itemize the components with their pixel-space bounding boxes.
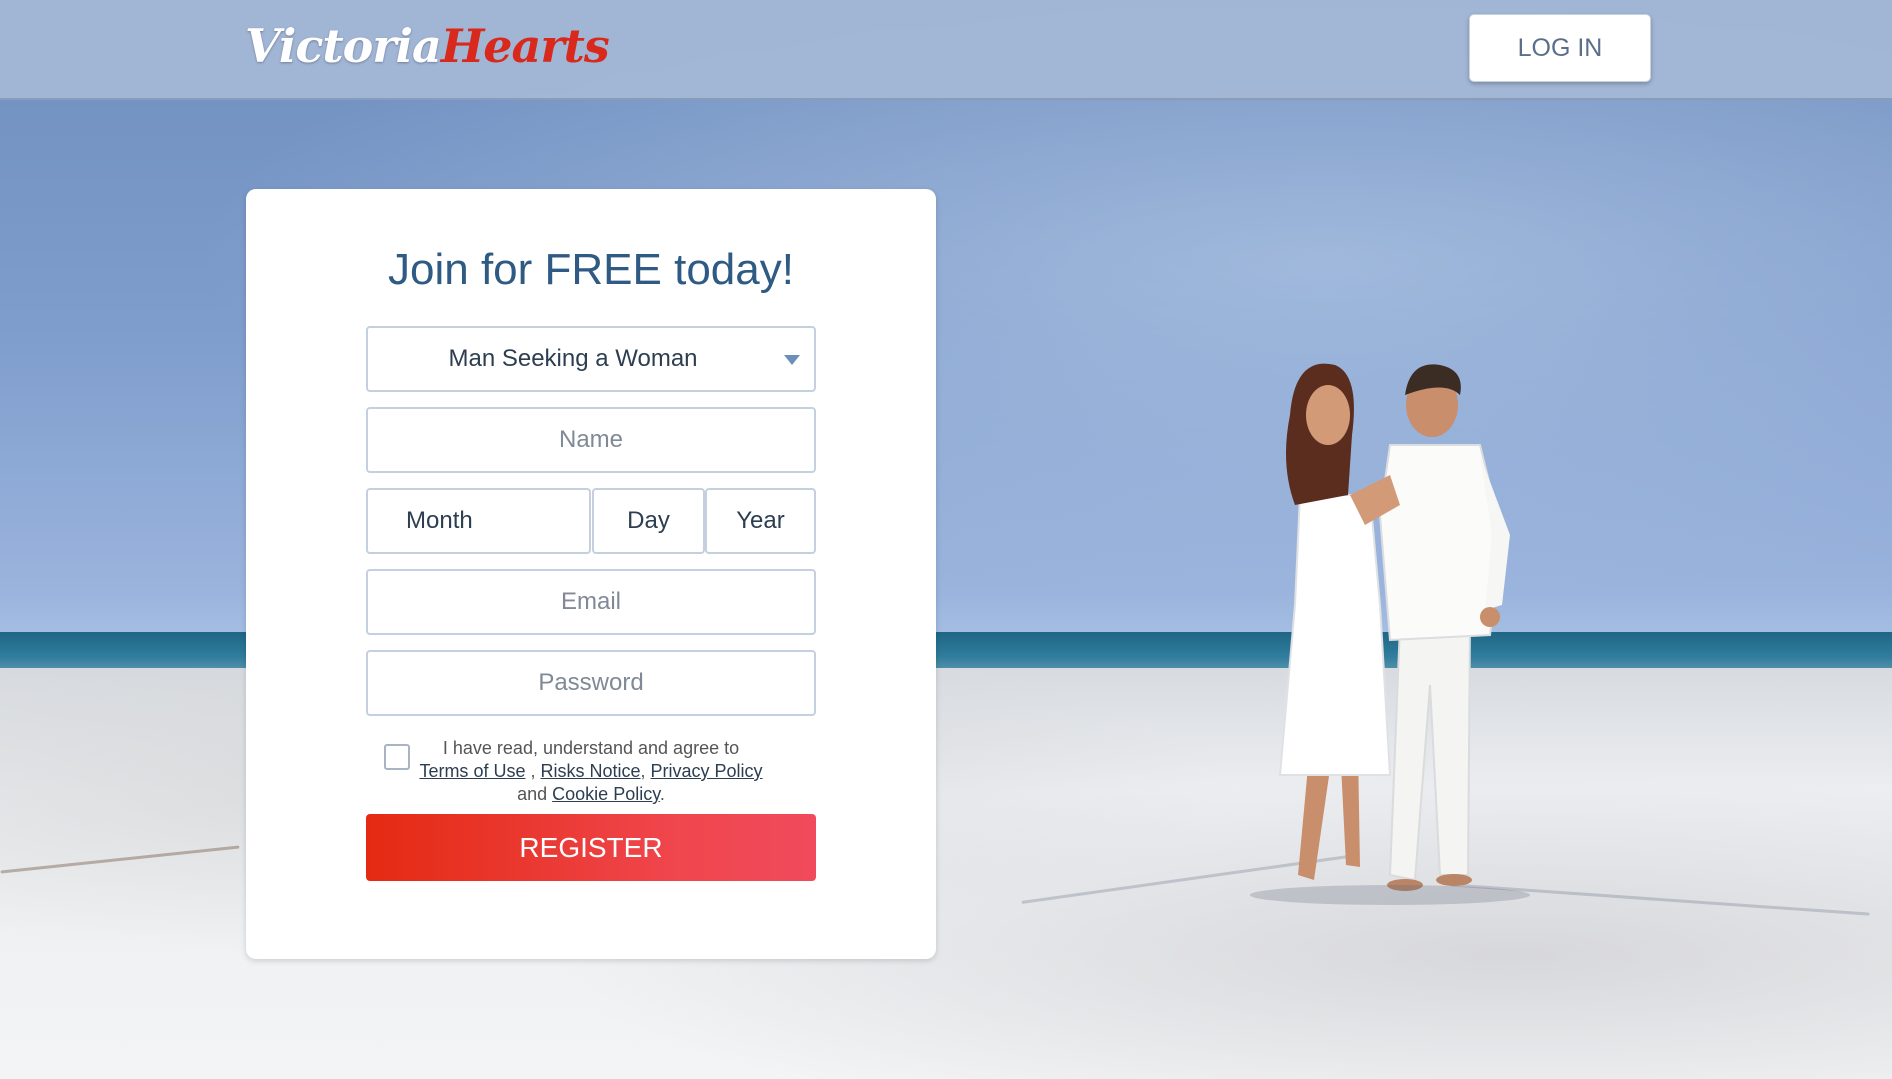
sand-track — [0, 845, 240, 874]
password-input[interactable]: Password — [366, 650, 816, 716]
birth-month-select[interactable]: Month — [366, 488, 591, 554]
logo-word-hearts: Hearts — [440, 19, 610, 73]
birth-year-label: Year — [736, 507, 785, 534]
name-input-placeholder: Name — [558, 426, 624, 453]
terms-of-use-link[interactable]: Terms of Use — [419, 761, 525, 781]
login-button[interactable]: LOG IN — [1469, 14, 1651, 82]
birth-month-label: Month — [406, 507, 473, 534]
form-title: Join for FREE today! — [388, 245, 794, 294]
registration-card: Join for FREE today! Man Seeking a Woman… — [246, 189, 936, 959]
site-logo[interactable]: VictoriaHearts — [245, 14, 610, 78]
top-header: VictoriaHearts LOG IN — [0, 0, 1892, 100]
agreement-intro: I have read, understand and agree to — [442, 738, 740, 758]
risks-notice-link[interactable]: Risks Notice — [540, 761, 640, 781]
register-button[interactable]: REGISTER — [366, 814, 816, 881]
birth-day-select[interactable]: Day — [592, 488, 705, 554]
name-input[interactable]: Name — [366, 407, 816, 473]
birth-day-label: Day — [627, 507, 670, 534]
couple-photo — [1250, 363, 1530, 905]
agreement-and: and — [517, 784, 548, 804]
email-input-placeholder: Email — [560, 588, 621, 615]
logo-word-victoria: Victoria — [245, 19, 442, 73]
seeking-select[interactable]: Man Seeking a Woman — [366, 326, 816, 392]
birth-year-select[interactable]: Year — [705, 488, 816, 554]
cookie-policy-link[interactable]: Cookie Policy — [552, 784, 660, 804]
agreement-text: I have read, understand and agree to Ter… — [419, 738, 763, 804]
email-input[interactable]: Email — [366, 569, 816, 635]
password-input-placeholder: Password — [538, 669, 644, 696]
chevron-down-icon — [784, 355, 800, 365]
seeking-select-value: Man Seeking a Woman — [448, 345, 698, 372]
privacy-policy-link[interactable]: Privacy Policy — [651, 761, 763, 781]
